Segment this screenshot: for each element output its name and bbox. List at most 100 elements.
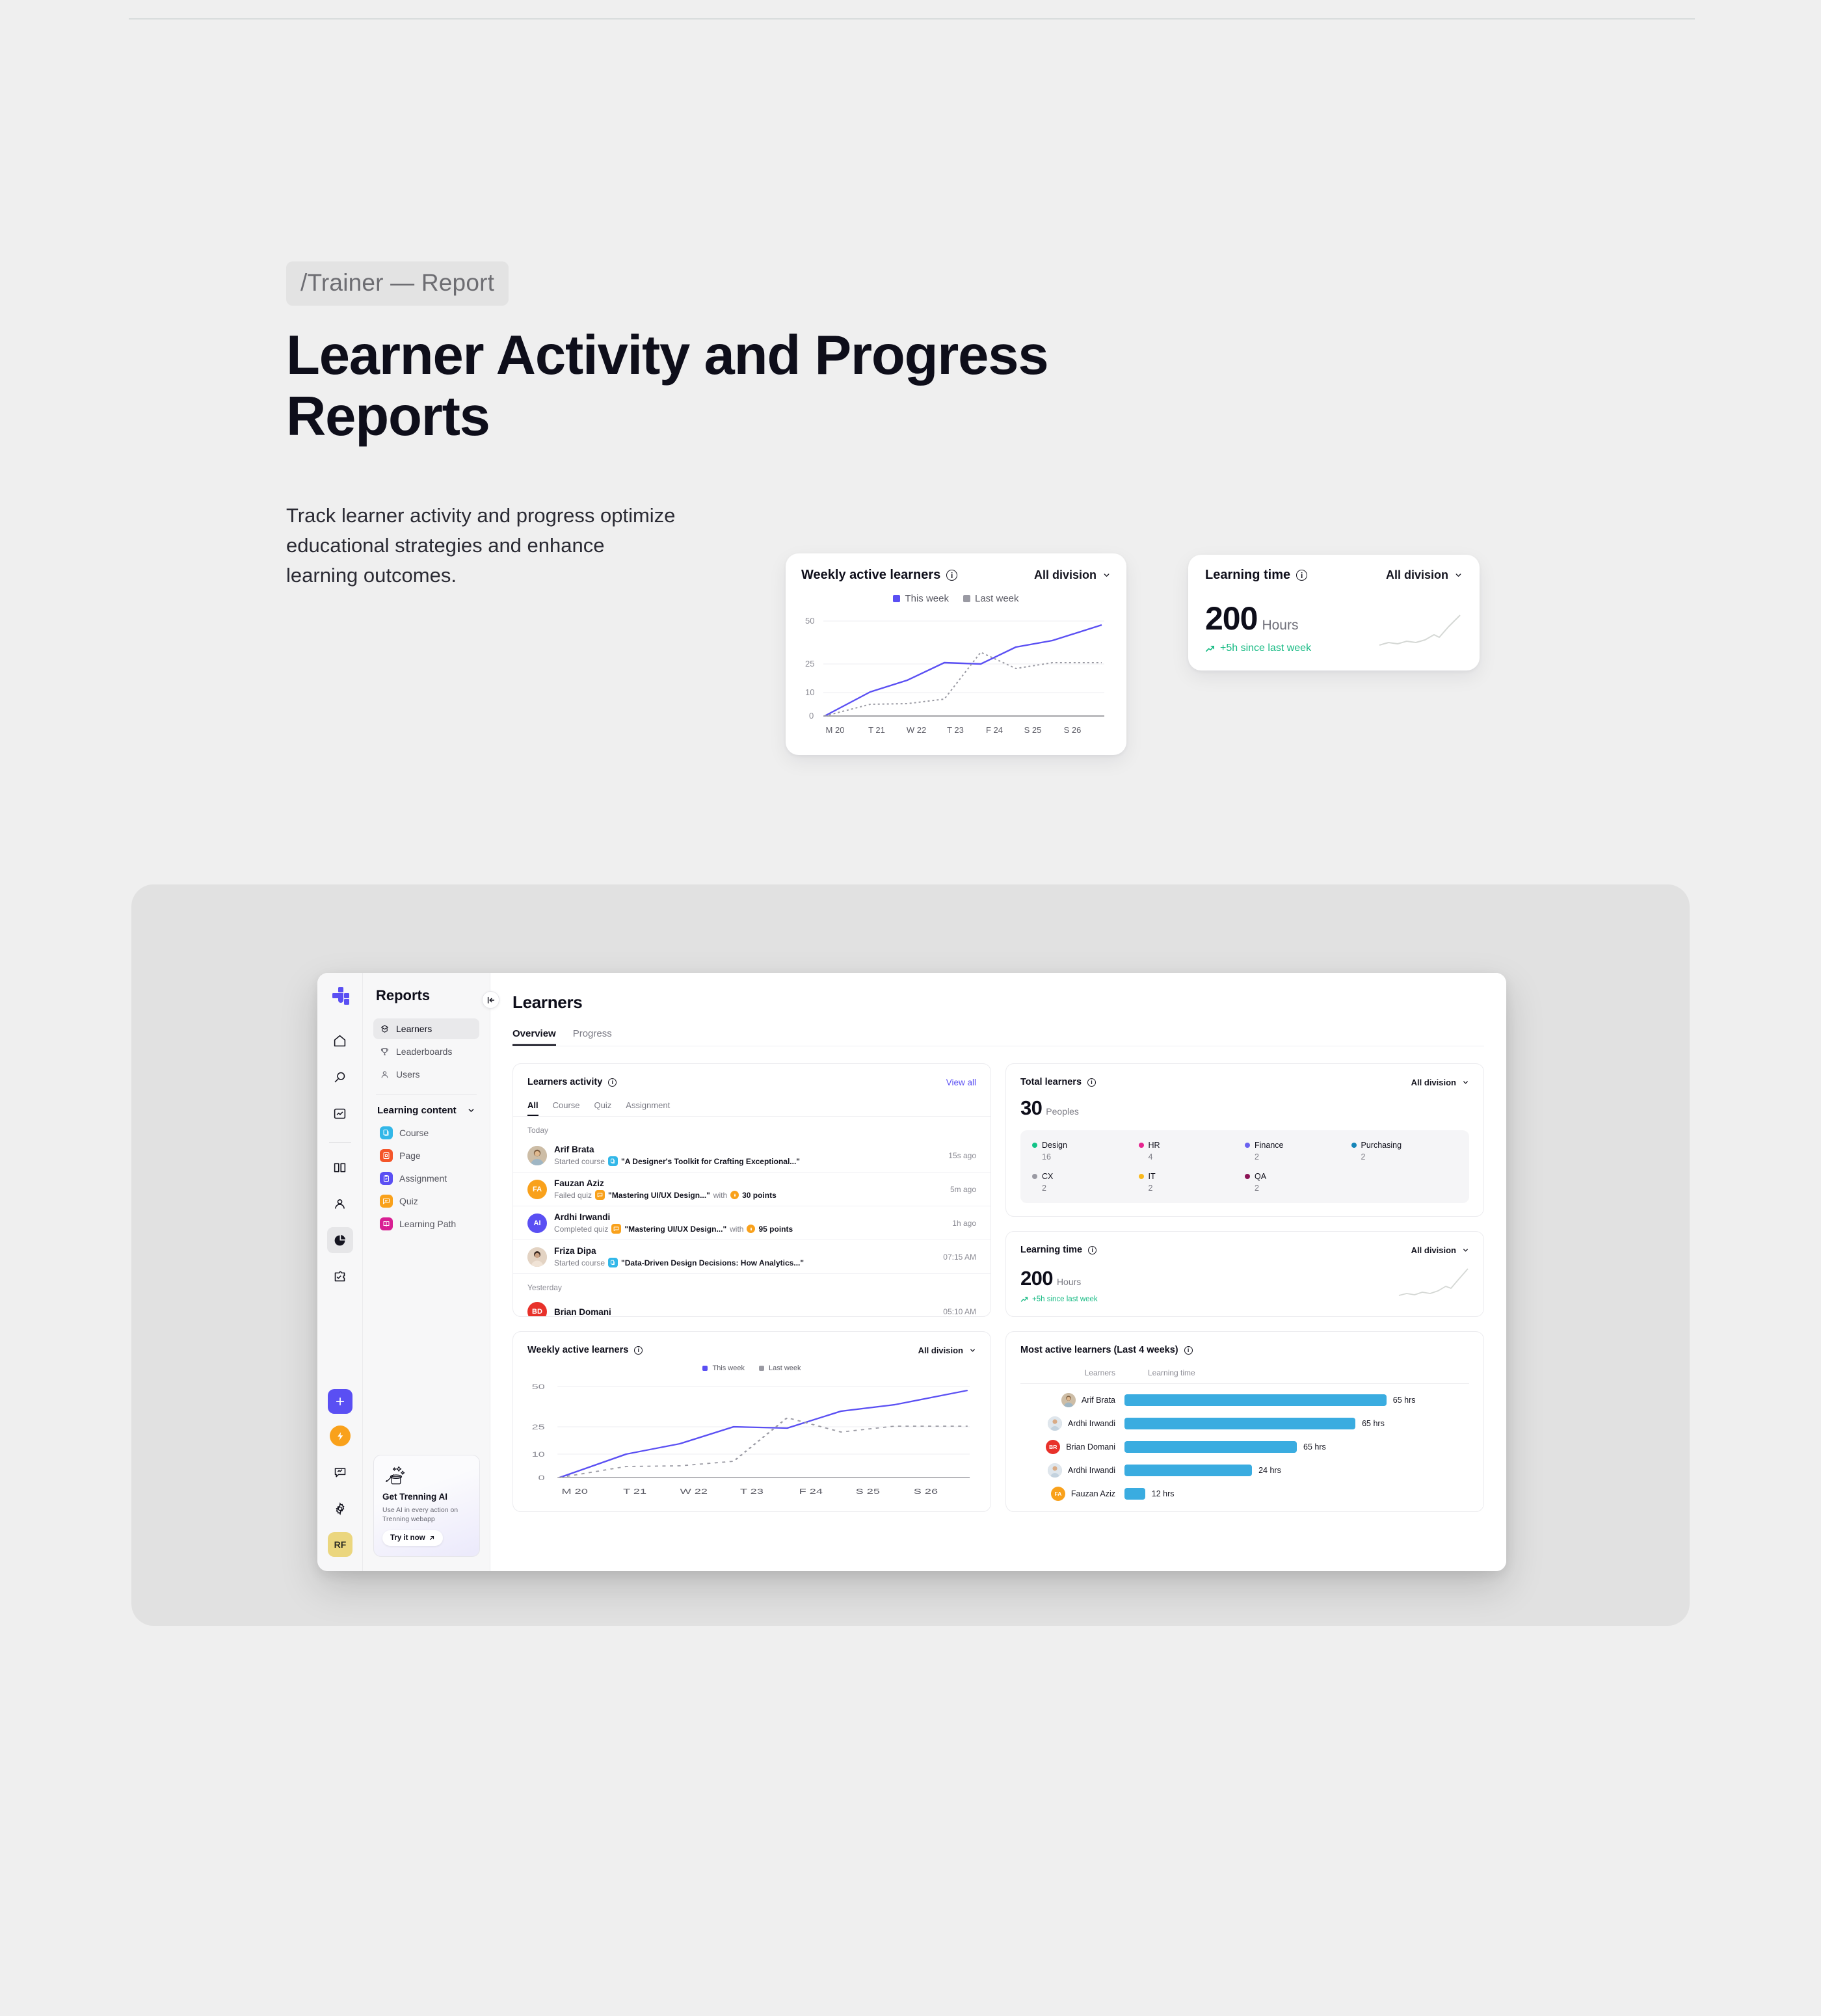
points-badge: 95 points <box>747 1225 793 1234</box>
card-header: Learning time i All division <box>1205 568 1463 583</box>
division-dropdown[interactable]: All division <box>1411 1245 1469 1255</box>
sidebar-item-page[interactable]: Page <box>373 1145 479 1166</box>
avatar <box>1048 1416 1063 1431</box>
learner-name: Friza Dipa <box>554 1246 596 1256</box>
card-title: Learning time i <box>1020 1245 1097 1255</box>
division-item-cx: CX 2 <box>1032 1172 1139 1193</box>
card-header: Weekly active learners i All division <box>527 1345 976 1355</box>
list-item[interactable]: Friza Dipa Started course "Data-Driven D… <box>513 1240 990 1274</box>
learner-name: Arif Brata <box>1081 1396 1115 1405</box>
learner-cell: Arif Brata <box>1020 1393 1124 1407</box>
info-icon[interactable]: i <box>1087 1078 1097 1087</box>
dashboard-grid: Learners activity i View all All Course … <box>490 1046 1506 1571</box>
plus-icon[interactable] <box>328 1389 352 1414</box>
svg-text:10: 10 <box>532 1450 545 1458</box>
avatar <box>527 1145 547 1165</box>
view-all-link[interactable]: View all <box>946 1078 976 1087</box>
sidebar-item-learning-path[interactable]: Learning Path <box>373 1214 479 1234</box>
learner-cell: Ardhi Irwandi <box>1020 1463 1124 1478</box>
tab-overview[interactable]: Overview <box>512 1028 556 1046</box>
person-icon[interactable] <box>327 1191 353 1217</box>
svg-text:S 26: S 26 <box>1064 725 1082 735</box>
division-dropdown[interactable]: All division <box>918 1346 976 1355</box>
activity-timestamp: 07:15 AM <box>943 1252 976 1262</box>
page-subtitle: Track learner activity and progress opti… <box>286 504 676 587</box>
quiz-icon <box>380 1195 393 1208</box>
bar-value: 65 hrs <box>1362 1419 1385 1428</box>
sidebar-item-label: Learning Path <box>399 1219 457 1229</box>
gear-icon[interactable] <box>327 1496 353 1522</box>
search-icon[interactable] <box>327 1064 353 1090</box>
pie-chart-icon[interactable] <box>326 1227 353 1253</box>
list-item[interactable]: AI Ardhi Irwandi Completed quiz "Masteri… <box>513 1206 990 1240</box>
info-icon[interactable]: i <box>1184 1346 1193 1355</box>
info-icon[interactable]: i <box>946 570 958 581</box>
info-icon[interactable]: i <box>634 1346 643 1355</box>
sidebar-item-leaderboards[interactable]: Leaderboards <box>373 1041 479 1062</box>
svg-text:25: 25 <box>805 659 814 669</box>
tab-progress[interactable]: Progress <box>573 1028 612 1046</box>
course-icon <box>380 1126 393 1139</box>
learner-cell: FA Fauzan Aziz <box>1020 1487 1124 1501</box>
activity-timestamp: 05:10 AM <box>943 1307 976 1316</box>
delta-text: +5h since last week <box>1220 643 1312 654</box>
avatar[interactable]: RF <box>328 1532 352 1557</box>
list-item[interactable]: FA Fauzan Aziz Failed quiz "Mastering UI… <box>513 1173 990 1206</box>
home-icon[interactable] <box>327 1028 353 1054</box>
table-row: Ardhi Irwandi 24 hrs <box>1020 1463 1469 1478</box>
puzzle-check-icon[interactable] <box>327 1264 353 1290</box>
division-value: All division <box>918 1345 963 1355</box>
collapse-sidebar-icon[interactable] <box>482 991 499 1009</box>
svg-text:25: 25 <box>532 1423 545 1431</box>
bolt-icon[interactable] <box>330 1426 351 1446</box>
trenning-logo-icon[interactable] <box>328 985 352 1008</box>
activity-timestamp: 5m ago <box>950 1184 976 1194</box>
svg-text:10: 10 <box>805 687 814 697</box>
division-item-finance: Finance 2 <box>1245 1141 1351 1161</box>
activity-description: Completed quiz "Mastering UI/UX Design..… <box>554 1224 945 1234</box>
activity-item: "Mastering UI/UX Design..." <box>608 1190 710 1200</box>
learning-time-title-text: Learning time <box>1020 1245 1083 1255</box>
breadcrumb: /Trainer — Report <box>286 261 509 306</box>
info-icon[interactable]: i <box>1088 1245 1097 1254</box>
filter-tab-quiz[interactable]: Quiz <box>594 1100 612 1116</box>
filter-tab-course[interactable]: Course <box>553 1100 580 1116</box>
column-header-learning-time: Learning time <box>1148 1368 1195 1377</box>
division-dropdown[interactable]: All division <box>1411 1078 1469 1087</box>
filter-tab-all[interactable]: All <box>527 1100 538 1116</box>
activity-title-text: Learners activity <box>527 1077 603 1087</box>
with-label: with <box>713 1190 728 1200</box>
chevron-down-icon <box>1462 1079 1469 1086</box>
sidebar-item-course[interactable]: Course <box>373 1122 479 1143</box>
points-icon <box>730 1191 739 1199</box>
filter-tab-assignment[interactable]: Assignment <box>626 1100 670 1116</box>
sidebar-item-learners[interactable]: Learners <box>373 1018 479 1039</box>
bar-value: 65 hrs <box>1392 1396 1416 1405</box>
list-item[interactable]: BD Brian Domani 05:10 AM <box>513 1296 990 1317</box>
book-icon[interactable] <box>327 1154 353 1180</box>
points-value: 95 points <box>758 1224 793 1234</box>
trophy-icon <box>380 1047 390 1057</box>
division-item-it: IT 2 <box>1138 1172 1245 1193</box>
info-icon[interactable]: i <box>1296 570 1308 581</box>
message-chart-icon[interactable] <box>327 1459 353 1485</box>
sidebar-item-assignment[interactable]: Assignment <box>373 1168 479 1189</box>
activity-item: "Data-Driven Design Decisions: How Analy… <box>621 1258 804 1267</box>
division-breakdown: Design 16 HR 4 Finance 2 Purchasing 2 CX… <box>1020 1130 1469 1203</box>
analytics-icon[interactable] <box>327 1100 353 1126</box>
division-item-hr: HR 4 <box>1138 1141 1245 1161</box>
division-dropdown[interactable]: All division <box>1034 568 1111 582</box>
nav-title: Reports <box>376 987 431 1003</box>
nav-group-learning-content[interactable]: Learning content <box>373 1105 479 1116</box>
sidebar-item-users[interactable]: Users <box>373 1064 479 1085</box>
try-it-now-button[interactable]: Try it now <box>382 1530 443 1546</box>
division-dropdown[interactable]: All division <box>1386 568 1463 582</box>
activity-content: Brian Domani <box>554 1307 936 1317</box>
magic-hat-icon <box>382 1465 471 1487</box>
sidebar-item-quiz[interactable]: Quiz <box>373 1191 479 1212</box>
hero-learning-time-card: Learning time i All division 200 Hours +… <box>1188 555 1480 670</box>
info-icon[interactable]: i <box>608 1078 617 1087</box>
list-item[interactable]: Arif Brata Started course "A Designer's … <box>513 1139 990 1173</box>
activity-content: Arif Brata Started course "A Designer's … <box>554 1145 941 1166</box>
quiz-icon <box>595 1190 605 1200</box>
